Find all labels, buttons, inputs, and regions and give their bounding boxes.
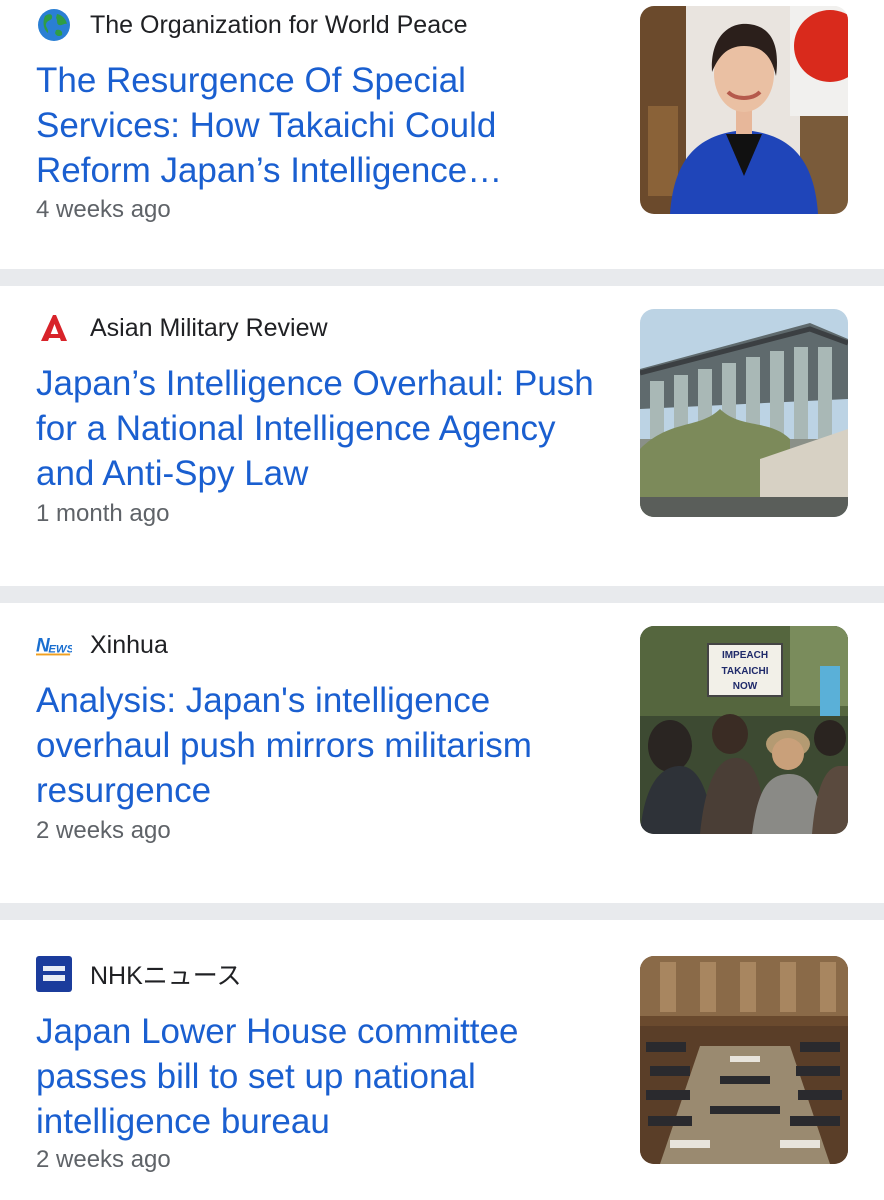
source-name: Xinhua — [90, 630, 168, 659]
source-row: The Organization for World Peace — [36, 7, 468, 43]
timestamp: 1 month ago — [36, 500, 170, 527]
news-card[interactable]: Asian Military Review Japan’s Intelligen… — [0, 286, 884, 586]
news-logo-icon: N EWS — [36, 627, 72, 663]
news-card[interactable]: N EWS Xinhua Analysis: Japan's intellige… — [0, 603, 884, 903]
divider — [0, 269, 884, 286]
letter-a-logo-icon — [36, 310, 72, 346]
headline-link[interactable]: Analysis: Japan's intelligence overhaul … — [36, 678, 596, 813]
headline-link[interactable]: Japan Lower House committee passes bill … — [36, 1009, 596, 1144]
protest-thumbnail[interactable]: IMPEACH TAKAICHI NOW — [640, 626, 848, 834]
building-thumbnail[interactable] — [640, 309, 848, 517]
news-card[interactable]: NHKニュース Japan Lower House committee pass… — [0, 920, 884, 1199]
news-feed: The Organization for World Peace The Res… — [0, 0, 884, 1200]
source-row: Asian Military Review — [36, 310, 328, 346]
source-name: Asian Military Review — [90, 313, 328, 342]
svg-text:TAKAICHI: TAKAICHI — [721, 666, 768, 677]
source-row: NHKニュース — [36, 956, 242, 992]
headline-link[interactable]: Japan’s Intelligence Overhaul: Push for … — [36, 361, 596, 496]
headline-link[interactable]: The Resurgence Of Special Services: How … — [36, 58, 596, 193]
nhk-logo-icon — [36, 956, 72, 992]
svg-text:NOW: NOW — [733, 681, 758, 692]
timestamp: 4 weeks ago — [36, 196, 171, 223]
divider — [0, 903, 884, 920]
divider — [0, 586, 884, 603]
timestamp: 2 weeks ago — [36, 817, 171, 844]
source-name: NHKニュース — [90, 962, 242, 990]
svg-text:IMPEACH: IMPEACH — [722, 650, 768, 661]
globe-icon — [36, 7, 72, 43]
parliament-thumbnail[interactable] — [640, 956, 848, 1164]
source-row: N EWS Xinhua — [36, 627, 168, 663]
timestamp: 2 weeks ago — [36, 1146, 171, 1173]
news-card[interactable]: The Organization for World Peace The Res… — [0, 0, 884, 269]
source-name: The Organization for World Peace — [90, 10, 468, 39]
woman-portrait-thumbnail[interactable] — [640, 6, 848, 214]
